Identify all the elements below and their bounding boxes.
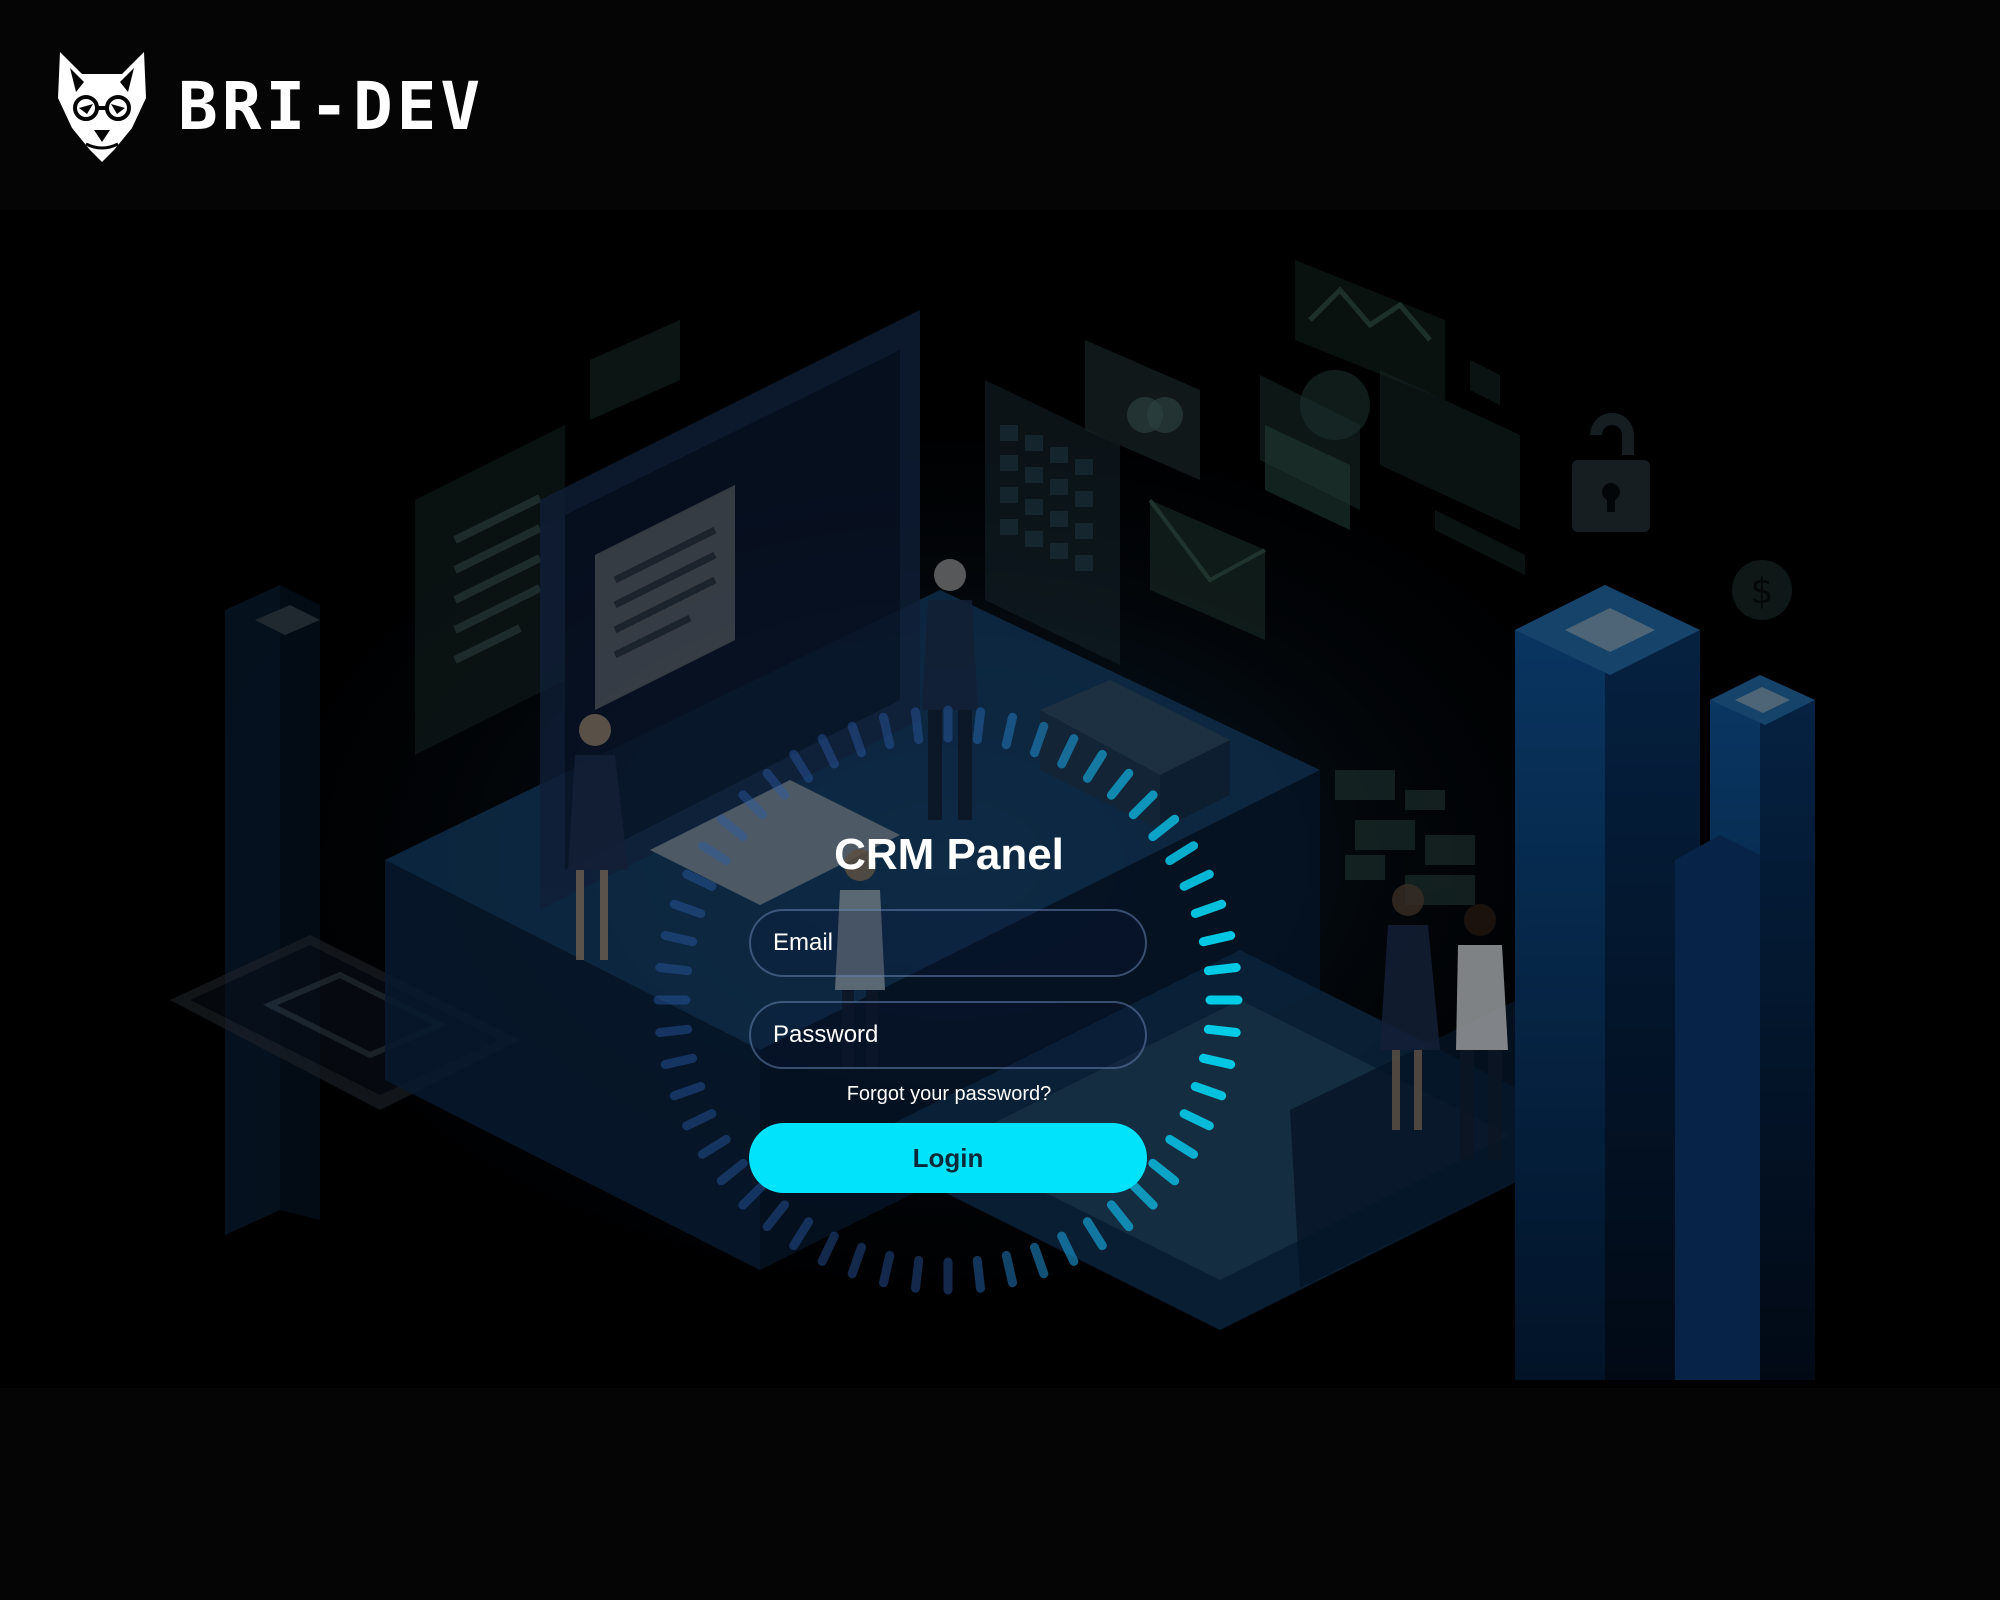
ring-segment — [847, 1242, 866, 1279]
email-field[interactable] — [749, 909, 1147, 977]
ring-segment — [1198, 1053, 1236, 1069]
ring-segment — [669, 899, 706, 918]
forgot-password-link[interactable]: Forgot your password? — [749, 1081, 1149, 1107]
ring-segment — [1148, 1158, 1180, 1186]
ring-segment — [1106, 768, 1134, 800]
ring-segment — [1179, 1109, 1214, 1131]
ring-segment — [1179, 869, 1214, 891]
ring-segment — [1030, 1242, 1049, 1279]
ring-segment — [1106, 1200, 1134, 1232]
ring-segment — [1057, 1231, 1079, 1266]
ring-segment — [879, 712, 895, 750]
ring-segment — [1001, 1250, 1017, 1288]
ring-segment — [669, 1082, 706, 1101]
login-form: CRM Panel Forgot your password? Login — [749, 825, 1149, 1193]
ring-segment — [847, 721, 866, 758]
ring-segment — [1082, 749, 1107, 783]
brand-name: BRI-DEV — [178, 68, 485, 145]
ring-segment — [1165, 1134, 1199, 1159]
ring-segment — [972, 1255, 985, 1293]
bottom-bar — [0, 1388, 2000, 1600]
password-field[interactable] — [749, 1001, 1147, 1069]
ring-segment — [1190, 1082, 1227, 1101]
ring-segment — [682, 869, 717, 891]
ring-segment — [789, 749, 814, 783]
login-button[interactable]: Login — [749, 1123, 1147, 1193]
ring-segment — [1001, 712, 1017, 750]
ring-segment — [660, 1053, 698, 1069]
ring-segment — [817, 734, 839, 769]
ring-segment — [697, 841, 731, 866]
top-bar: BRI-DEV — [0, 0, 2000, 210]
ring-segment — [660, 931, 698, 947]
ring-segment — [911, 707, 924, 745]
ring-segment — [1148, 814, 1180, 842]
ring-segment — [697, 1134, 731, 1159]
ring-segment — [1082, 1217, 1107, 1251]
ring-segment — [655, 963, 693, 976]
ring-segment — [1128, 790, 1158, 820]
ring-segment — [716, 814, 748, 842]
ring-segment — [1165, 841, 1199, 866]
ring-segment — [972, 707, 985, 745]
ring-segment — [911, 1255, 924, 1293]
ring-segment — [1190, 899, 1227, 918]
ring-segment — [1198, 931, 1236, 947]
ring-segment — [762, 768, 790, 800]
ring-segment — [789, 1217, 814, 1251]
ring-segment — [716, 1158, 748, 1186]
ring-segment — [817, 1231, 839, 1266]
ring-segment — [879, 1250, 895, 1288]
ring-segment — [682, 1109, 717, 1131]
ring-segment — [762, 1200, 790, 1232]
hero-illustration: $ CRM Panel Email Forgot your password? … — [0, 210, 2000, 1388]
ring-segment — [738, 790, 768, 820]
ring-segment — [1057, 734, 1079, 769]
page-title: CRM Panel — [834, 830, 1064, 879]
ring-segment — [1203, 1024, 1241, 1037]
brand[interactable]: BRI-DEV — [56, 52, 484, 162]
ring-segment — [655, 1024, 693, 1037]
ring-segment — [1030, 721, 1049, 758]
ring-segment — [1203, 963, 1241, 976]
wolf-head-icon — [58, 52, 146, 162]
